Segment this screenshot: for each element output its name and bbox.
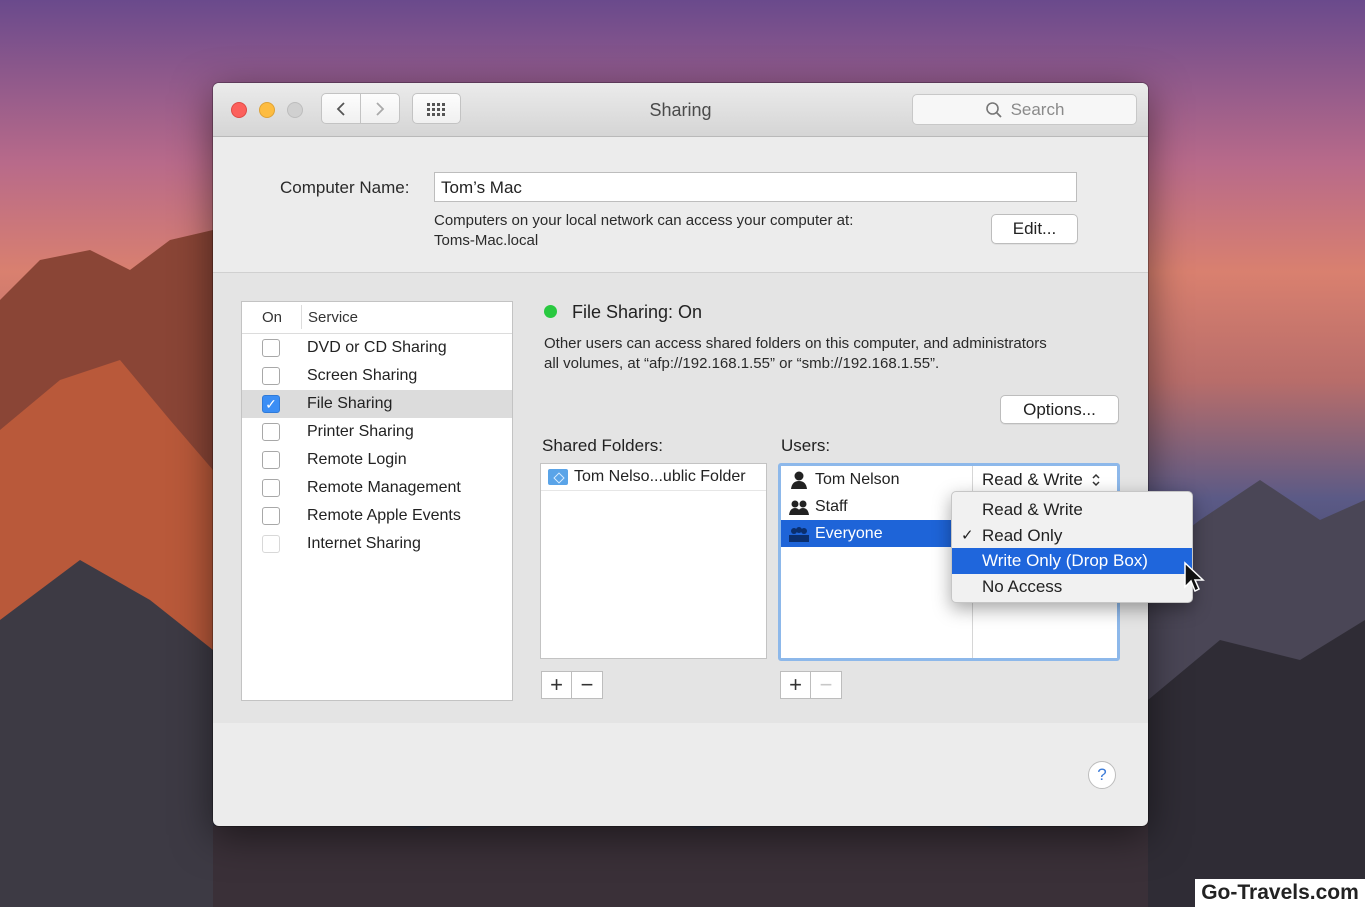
menu-item-label: Write Only (Drop Box) (982, 551, 1148, 570)
folder-add-remove: + − (541, 671, 603, 699)
file-sharing-status: File Sharing: On (572, 302, 703, 322)
service-checkbox[interactable] (262, 451, 280, 469)
search-field[interactable]: Search (912, 94, 1137, 125)
service-label: Remote Apple Events (307, 507, 461, 524)
service-list-header: On Service (242, 302, 512, 334)
service-row-file-sharing[interactable]: ✓ File Sharing (242, 390, 512, 418)
menu-item-label: Read Only (982, 525, 1063, 545)
shared-folder-row[interactable]: Tom Nelso...ublic Folder (541, 464, 766, 491)
menu-item-read-only[interactable]: ✓ Read Only (952, 523, 1192, 549)
service-checkbox-checked[interactable]: ✓ (262, 395, 280, 413)
local-hostname: Toms-Mac.local (434, 232, 539, 249)
users-label: Users: (781, 436, 831, 455)
shared-folder-icon (548, 469, 568, 485)
service-checkbox[interactable] (262, 367, 280, 385)
service-checkbox[interactable] (262, 479, 280, 497)
search-icon (985, 101, 1002, 118)
service-label: File Sharing (307, 395, 393, 412)
computer-name-field[interactable]: Tom’s Mac (434, 172, 1077, 202)
checkmark-icon: ✓ (961, 526, 974, 544)
service-row-screen-sharing[interactable]: Screen Sharing (242, 362, 512, 390)
column-separator (301, 305, 302, 329)
computer-name-note: Computers on your local network can acce… (434, 211, 853, 251)
menu-item-no-access[interactable]: No Access (952, 574, 1192, 600)
options-button[interactable]: Options... (1000, 395, 1119, 424)
user-row-everyone[interactable]: Everyone (781, 520, 972, 547)
service-label: Screen Sharing (307, 367, 418, 384)
service-row-internet-sharing[interactable]: Internet Sharing (242, 530, 512, 558)
permission-menu: Read & Write ✓ Read Only Write Only (Drop… (951, 491, 1193, 603)
permission-popup[interactable]: Read & Write (982, 470, 1101, 490)
user-name: Everyone (815, 524, 883, 542)
menu-item-label: No Access (982, 576, 1063, 596)
service-label: Remote Management (307, 479, 461, 496)
permission-value: Read & Write (982, 470, 1083, 489)
service-checkbox[interactable] (262, 535, 280, 553)
remove-user-button[interactable]: − (811, 671, 842, 699)
user-row-staff[interactable]: Staff (781, 493, 972, 520)
service-checkbox[interactable] (262, 507, 280, 525)
mouse-pointer-icon (1184, 561, 1205, 593)
sharing-window: Sharing Search Computer Name: Tom’s Mac … (213, 83, 1148, 826)
menu-item-read-write[interactable]: Read & Write (952, 497, 1192, 523)
remove-folder-button[interactable]: − (572, 671, 603, 699)
watermark: Go-Travels.com (1195, 879, 1365, 907)
description-line: Other users can access shared folders on… (544, 335, 1047, 352)
shared-folders-label: Shared Folders: (542, 436, 663, 455)
service-label: Printer Sharing (307, 423, 414, 440)
service-label: Remote Login (307, 451, 407, 468)
service-list: On Service DVD or CD Sharing Screen Shar… (241, 301, 513, 701)
user-name: Staff (815, 497, 848, 515)
service-checkbox[interactable] (262, 339, 280, 357)
up-down-chevron-icon (1092, 473, 1100, 487)
help-button[interactable]: ? (1088, 761, 1116, 789)
service-checkbox[interactable] (262, 423, 280, 441)
computer-name-label: Computer Name: (280, 178, 410, 197)
service-row-remote-apple-events[interactable]: Remote Apple Events (242, 502, 512, 530)
menu-item-label: Read & Write (982, 500, 1083, 519)
add-folder-button[interactable]: + (541, 671, 572, 699)
service-row-printer-sharing[interactable]: Printer Sharing (242, 418, 512, 446)
user-row-tom-nelson[interactable]: Tom Nelson (781, 466, 972, 493)
file-sharing-description: Other users can access shared folders on… (544, 334, 1124, 374)
user-icon (791, 471, 807, 489)
user-add-remove: + − (780, 671, 842, 699)
service-label: DVD or CD Sharing (307, 339, 447, 356)
group-icon (789, 500, 809, 515)
service-row-remote-login[interactable]: Remote Login (242, 446, 512, 474)
shared-folders-list: Tom Nelso...ublic Folder (540, 463, 767, 659)
status-indicator (544, 305, 557, 318)
service-label: Internet Sharing (307, 535, 421, 552)
add-user-button[interactable]: + (780, 671, 811, 699)
everyone-icon (789, 526, 809, 542)
network-access-note: Computers on your local network can acce… (434, 212, 854, 229)
search-placeholder: Search (1010, 99, 1065, 119)
user-name: Tom Nelson (815, 470, 900, 488)
menu-item-write-only[interactable]: Write Only (Drop Box) (952, 548, 1192, 574)
service-row-remote-management[interactable]: Remote Management (242, 474, 512, 502)
shared-folder-name: Tom Nelso...ublic Folder (574, 468, 746, 485)
edit-button[interactable]: Edit... (991, 214, 1078, 244)
service-row-dvd[interactable]: DVD or CD Sharing (242, 334, 512, 362)
column-header-on[interactable]: On (262, 309, 282, 326)
column-header-service[interactable]: Service (308, 309, 358, 326)
description-line: all volumes, at “afp://192.168.1.55” or … (544, 355, 940, 372)
titlebar: Sharing Search (213, 83, 1148, 137)
